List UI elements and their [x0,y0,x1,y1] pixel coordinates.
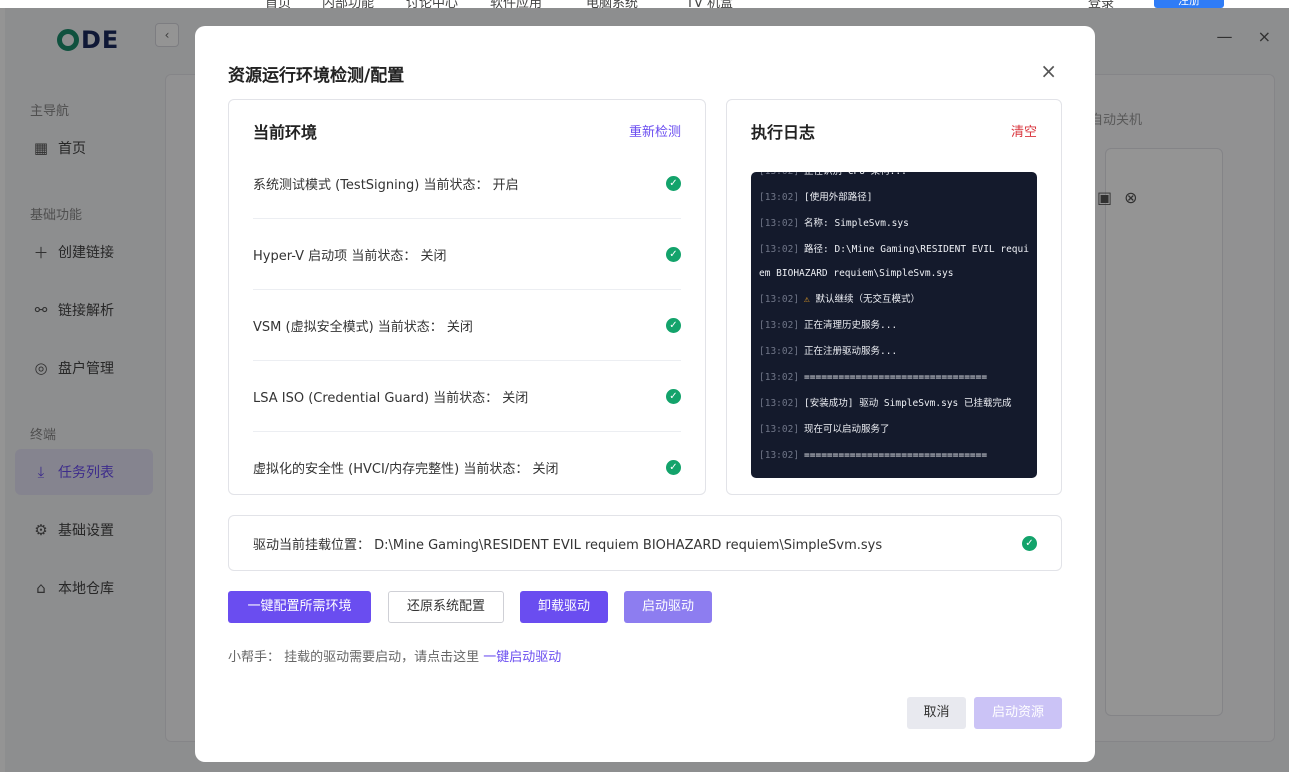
current-env-panel: 当前环境 重新检测 系统测试模式 (TestSigning) 当前状态： 开启 … [228,99,706,495]
log-message: 现在可以启动服务了 [804,424,890,435]
top-nav-item[interactable]: TV 机盒 [686,0,733,8]
log-line: [13:02] 正在注册驱动服务... [759,340,1031,364]
login-link[interactable]: 登录 [1088,0,1114,8]
unload-driver-button[interactable]: 卸载驱动 [520,591,608,623]
env-row-hvci: 虚拟化的安全性 (HVCI/内存完整性) 当前状态： 关闭 ✓ [253,432,681,503]
log-timestamp: [13:02] [759,218,800,229]
dialog-title: 资源运行环境检测/配置 [228,66,405,86]
env-row-text: 虚拟化的安全性 (HVCI/内存完整性) 当前状态： 关闭 [253,462,559,477]
check-icon: ✓ [666,317,681,333]
top-nav-item[interactable]: 电脑系统 [586,0,638,8]
log-line: [13:02] ================================ [759,366,1031,390]
log-line: [13:02] 正在清理历史服务... [759,314,1031,338]
log-line: [13:02] 名称: SimpleSvm.sys [759,212,1031,236]
signup-button[interactable]: 注册 [1154,0,1224,8]
close-icon[interactable]: × [1040,59,1057,83]
env-row-lsa-iso: LSA ISO (Credential Guard) 当前状态： 关闭 ✓ [253,361,681,432]
log-timestamp: [13:02] [759,424,800,435]
one-click-start-link[interactable]: 一键启动驱动 [483,650,561,665]
start-driver-button[interactable]: 启动驱动 [624,591,712,623]
log-console[interactable]: [13:02]正在识别 CPU 架构...[13:02][使用外部路径][13:… [751,172,1037,478]
log-lines: [13:02]正在识别 CPU 架构...[13:02][使用外部路径][13:… [759,172,1031,470]
current-env-title: 当前环境 [253,123,318,142]
log-message: [使用外部路径] [804,192,873,203]
env-row-hyperv: Hyper-V 启动项 当前状态： 关闭 ✓ [253,219,681,290]
clear-log-link[interactable]: 清空 [1011,121,1037,140]
log-line: [13:02] [使用外部路径] [759,186,1031,210]
log-message: 正在清理历史服务... [804,320,898,331]
check-icon: ✓ [666,388,681,404]
env-row-text: VSM (虚拟安全模式) 当前状态： 关闭 [253,319,473,335]
check-icon: ✓ [1022,535,1037,551]
log-timestamp: [13:02] [759,398,800,409]
log-line: [13:02] ================================ [759,444,1031,468]
log-message: ================================ [804,372,988,383]
recheck-link[interactable]: 重新检测 [629,121,681,140]
log-line: [13:02] [安装成功] 驱动 SimpleSvm.sys 已挂载完成 [759,392,1031,416]
env-row-vsm: VSM (虚拟安全模式) 当前状态： 关闭 ✓ [253,290,681,361]
check-icon: ✓ [666,175,681,191]
env-row-text: 系统测试模式 (TestSigning) 当前状态： 开启 [253,177,519,193]
log-timestamp: [13:02] [759,346,800,357]
cancel-button[interactable]: 取消 [907,697,966,729]
top-nav-item[interactable]: 内部功能 [322,0,374,8]
log-message: 路径: D:\Mine Gaming\RESIDENT EVIL requiem… [759,244,1029,279]
log-timestamp: [13:02] [759,294,800,305]
log-line: [13:02] ⚠ 默认继续（无交互模式） [759,288,1031,312]
top-nav-bar: 首页 内部功能 讨论中心 软件应用 电脑系统 TV 机盒 登录 注册 [0,0,1289,8]
driver-mount-box: 驱动当前挂载位置： D:\Mine Gaming\RESIDENT EVIL r… [228,515,1062,571]
check-icon: ✓ [666,460,681,475]
start-resource-button[interactable]: 启动资源 [974,697,1062,729]
log-timestamp: [13:02] [759,192,800,203]
log-line: [13:02] 路径: D:\Mine Gaming\RESIDENT EVIL … [759,238,1031,286]
env-row-text: LSA ISO (Credential Guard) 当前状态： 关闭 [253,390,529,406]
log-message: 名称: SimpleSvm.sys [804,218,909,229]
log-message: 正在识别 CPU 架构... [804,172,907,177]
log-timestamp: [13:02] [759,450,800,461]
check-icon: ✓ [666,246,681,262]
log-timestamp: [13:02] [759,372,800,383]
execution-log-panel: 执行日志 清空 [13:02] 正在识别 CPU 架构... [13:02] [使用外… [726,99,1062,495]
env-row-testsigning: 系统测试模式 (TestSigning) 当前状态： 开启 ✓ [253,148,681,219]
log-line: [13:02] 现在可以启动服务了 [759,418,1031,442]
restore-config-button[interactable]: 还原系统配置 [388,591,504,623]
log-message: 正在注册驱动服务... [804,346,898,357]
env-check-dialog: 资源运行环境检测/配置 × 当前环境 重新检测 系统测试模式 (TestSign… [195,26,1095,762]
top-nav-item[interactable]: 软件应用 [490,0,542,8]
log-message: ================================ [804,450,988,461]
log-message: ⚠ 默认继续（无交互模式） [804,294,921,305]
top-nav-item[interactable]: 首页 [265,0,291,8]
log-timestamp: [13:02] [759,172,799,177]
driver-mount-path: 驱动当前挂载位置： D:\Mine Gaming\RESIDENT EVIL r… [253,537,883,553]
env-row-text: Hyper-V 启动项 当前状态： 关闭 [253,248,447,264]
execution-log-title: 执行日志 [751,123,816,142]
helper-text: 小帮手： 挂载的驱动需要启动，请点击这里 一键启动驱动 [228,650,562,665]
warning-icon: ⚠ [804,294,810,305]
log-line: [13:02] 正在识别 CPU 架构... [759,172,1031,184]
log-timestamp: [13:02] [759,320,800,331]
log-message: [安装成功] 驱动 SimpleSvm.sys 已挂载完成 [804,398,1012,409]
top-nav-item[interactable]: 讨论中心 [406,0,458,8]
config-all-button[interactable]: 一键配置所需环境 [228,591,371,623]
log-timestamp: [13:02] [759,244,800,255]
